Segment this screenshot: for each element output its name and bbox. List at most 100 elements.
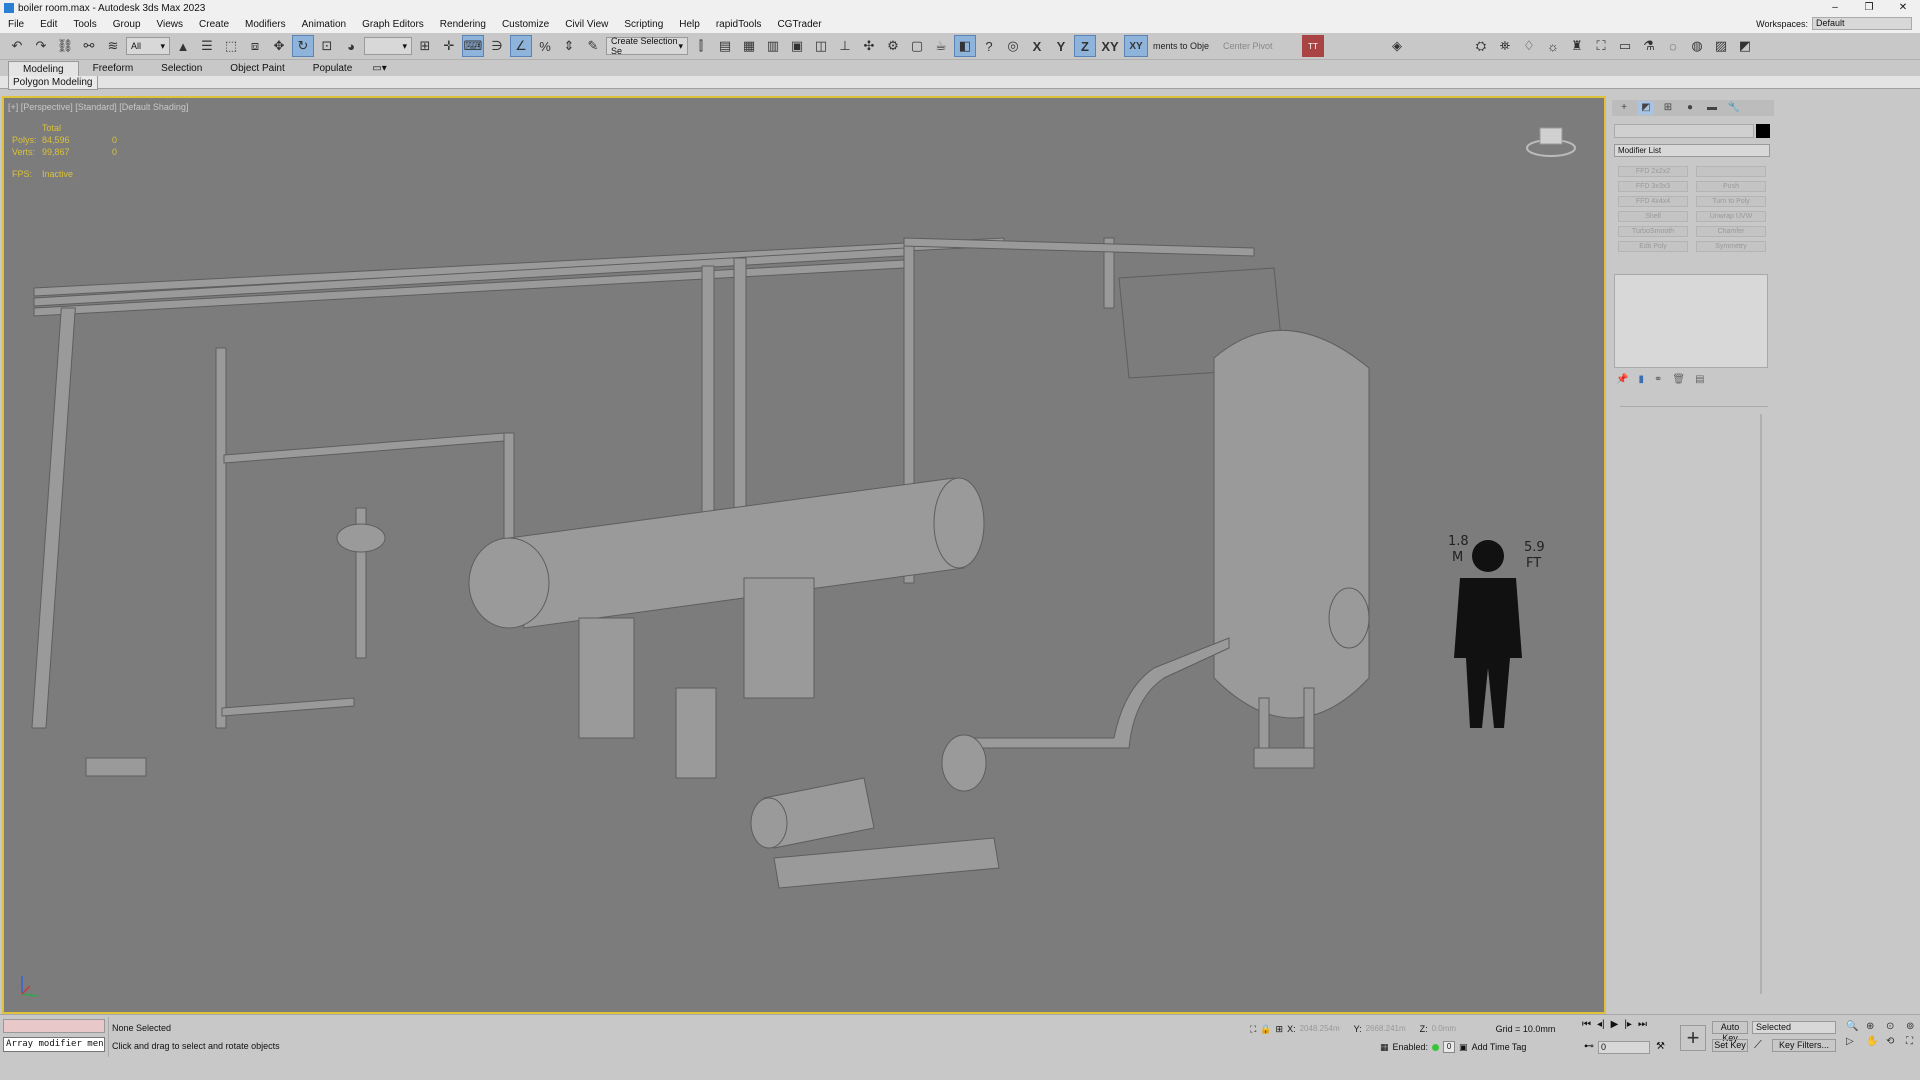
selection-filter-dropdown[interactable]: All ▾ <box>126 37 170 55</box>
rendered-frame-icon[interactable]: ▢ <box>906 35 928 57</box>
modifier-stack[interactable] <box>1614 274 1768 368</box>
key-filters-button[interactable]: Key Filters... <box>1772 1039 1836 1052</box>
rect-selection-icon[interactable]: ⬚ <box>220 35 242 57</box>
ribbon-options-icon[interactable]: ▭▾ <box>366 61 392 76</box>
adaptive-degradation-icon[interactable]: ▦ <box>1380 1042 1389 1053</box>
close-button[interactable]: ✕ <box>1886 0 1920 16</box>
place-icon[interactable]: ◕ <box>340 35 362 57</box>
tool-b-icon[interactable]: ▭ <box>1614 35 1636 57</box>
modifier-button-unwrap-uvw[interactable]: Unwrap UVW <box>1696 211 1766 222</box>
light-icon[interactable]: ♢ <box>1518 35 1540 57</box>
minimize-button[interactable]: – <box>1818 0 1852 16</box>
menu-cgtrader[interactable]: CGTrader <box>769 19 829 30</box>
menu-create[interactable]: Create <box>191 19 237 30</box>
modifier-button-turn-to-poly[interactable]: Turn to Poly <box>1696 196 1766 207</box>
zoom-extents-all-icon[interactable]: ⊚ <box>1906 1021 1920 1032</box>
render-production-icon[interactable]: ⛭ <box>1470 35 1492 57</box>
axis-y-button[interactable]: Y <box>1050 35 1072 57</box>
make-unique-icon[interactable]: ⚭ <box>1654 374 1662 385</box>
workspaces-dropdown[interactable]: Default <box>1812 17 1912 30</box>
move-icon[interactable]: ✥ <box>268 35 290 57</box>
pan-icon[interactable]: ✋ <box>1866 1036 1882 1047</box>
absolute-mode-icon[interactable]: ⊞ <box>1276 1024 1284 1035</box>
modifier-button-edit-poly[interactable]: Edit Poly <box>1618 241 1688 252</box>
render-iterative-icon[interactable]: ◈ <box>1386 35 1408 57</box>
toggle-ribbon-icon[interactable]: ▣ <box>786 35 808 57</box>
enabled-indicator-icon[interactable] <box>1432 1043 1440 1051</box>
modifier-button-ffd-3x3x3[interactable]: FFD 3x3x3 <box>1618 181 1688 192</box>
maxscript-listener-output[interactable] <box>3 1019 105 1033</box>
pivot-icon[interactable]: ⊞ <box>414 35 436 57</box>
angle-snap-icon[interactable]: ∠ <box>510 35 532 57</box>
edit-named-selection-icon[interactable]: ✎ <box>582 35 604 57</box>
render-icon[interactable]: ☕ <box>930 35 952 57</box>
menu-tools[interactable]: Tools <box>65 19 104 30</box>
select-object-icon[interactable]: ▲ <box>172 35 194 57</box>
mirror-icon[interactable]: ⫿ <box>690 35 712 57</box>
menu-animation[interactable]: Animation <box>294 19 354 30</box>
orbit-icon[interactable]: ⟲ <box>1886 1036 1902 1047</box>
tab-selection[interactable]: Selection <box>147 61 216 76</box>
align-icon[interactable]: ▤ <box>714 35 736 57</box>
modifier-button-shell[interactable]: Shell <box>1618 211 1688 222</box>
set-key-big-icon[interactable]: + <box>1680 1025 1706 1051</box>
isolate-icon[interactable]: ⛶ <box>1250 1024 1256 1035</box>
tool-e-icon[interactable]: ◍ <box>1686 35 1708 57</box>
help-icon[interactable]: ? <box>978 35 1000 57</box>
menu-rapidtools[interactable]: rapidTools <box>708 19 770 30</box>
utilities-tab-icon[interactable]: 🔧 <box>1726 101 1742 115</box>
menu-file[interactable]: File <box>0 19 32 30</box>
add-time-tag-icon[interactable]: ▣ <box>1459 1042 1468 1053</box>
tab-object-paint[interactable]: Object Paint <box>216 61 298 76</box>
axis-xy-button[interactable]: XY <box>1098 35 1122 57</box>
window-crossing-icon[interactable]: ⧈ <box>244 35 266 57</box>
goto-start-icon[interactable]: ⏮ <box>1582 1019 1591 1030</box>
viewport-label[interactable]: [+] [Perspective] [Standard] [Default Sh… <box>8 102 188 112</box>
menu-graph-editors[interactable]: Graph Editors <box>354 19 432 30</box>
redo-icon[interactable]: ↷ <box>30 35 52 57</box>
toggle-layer-explorer-icon[interactable]: ▥ <box>762 35 784 57</box>
time-config-icon[interactable]: ⚒ <box>1656 1041 1665 1052</box>
environment-icon[interactable]: ⛯ <box>1494 35 1516 57</box>
snaps-toggle-icon[interactable]: ∋ <box>486 35 508 57</box>
material-editor-icon[interactable]: ✣ <box>858 35 880 57</box>
curve-editor-icon[interactable]: ◫ <box>810 35 832 57</box>
tool-g-icon[interactable]: ◩ <box>1734 35 1756 57</box>
viewcube[interactable] <box>1526 122 1576 158</box>
current-frame-field[interactable]: 0 <box>1598 1041 1650 1054</box>
hierarchy-tab-icon[interactable]: ⊞ <box>1660 101 1676 115</box>
pin-stack-icon[interactable]: 📌 <box>1616 374 1628 385</box>
axis-x-button[interactable]: X <box>1026 35 1048 57</box>
snap-elements-label[interactable]: ments to Obje <box>1150 41 1218 51</box>
undo-icon[interactable]: ↶ <box>6 35 28 57</box>
maxscript-listener-input[interactable]: Array modifier men <box>3 1037 105 1052</box>
menu-edit[interactable]: Edit <box>32 19 65 30</box>
modifier-button-turbosmooth[interactable]: TurboSmooth <box>1618 226 1688 237</box>
settings-icon[interactable]: ☼ <box>1542 35 1564 57</box>
modifier-button-ffd-4x4x4[interactable]: FFD 4x4x4 <box>1618 196 1688 207</box>
schematic-view-icon[interactable]: ⊥ <box>834 35 856 57</box>
viewport-layout-icon[interactable]: ◧ <box>954 35 976 57</box>
perspective-viewport[interactable]: [+] [Perspective] [Standard] [Default Sh… <box>2 96 1606 1014</box>
key-selection-dropdown[interactable]: Selected <box>1752 1021 1836 1034</box>
tool-c-icon[interactable]: ⚗ <box>1638 35 1660 57</box>
select-manipulate-icon[interactable]: ✛ <box>438 35 460 57</box>
lock-icon[interactable]: 🔒 <box>1260 1024 1271 1035</box>
default-in-out-tangent-icon[interactable]: ⟋ <box>1754 1039 1762 1052</box>
auto-key-button[interactable]: Auto Key <box>1712 1021 1748 1043</box>
configure-sets-icon[interactable]: ▤ <box>1695 374 1704 385</box>
motion-tab-icon[interactable]: ● <box>1682 101 1698 115</box>
render-setup-icon[interactable]: ⚙ <box>882 35 904 57</box>
zoom-icon[interactable]: 🔍 <box>1846 1021 1862 1032</box>
play-icon[interactable]: ▶ <box>1611 1019 1619 1030</box>
tab-populate[interactable]: Populate <box>299 61 366 76</box>
modifier-button-symmetry[interactable]: Symmetry <box>1696 241 1766 252</box>
modifier-button-empty[interactable] <box>1696 166 1766 177</box>
modifier-button-push[interactable]: Push <box>1696 181 1766 192</box>
set-key-button[interactable]: Set Key <box>1712 1039 1748 1052</box>
spinner-snap-icon[interactable]: ⇕ <box>558 35 580 57</box>
toggle-scene-explorer-icon[interactable]: ▦ <box>738 35 760 57</box>
named-selection-dropdown[interactable]: Create Selection Se ▾ <box>606 36 688 56</box>
time-tag-toggle-icon[interactable]: 0 <box>1443 1041 1456 1053</box>
scale-icon[interactable]: ⊡ <box>316 35 338 57</box>
